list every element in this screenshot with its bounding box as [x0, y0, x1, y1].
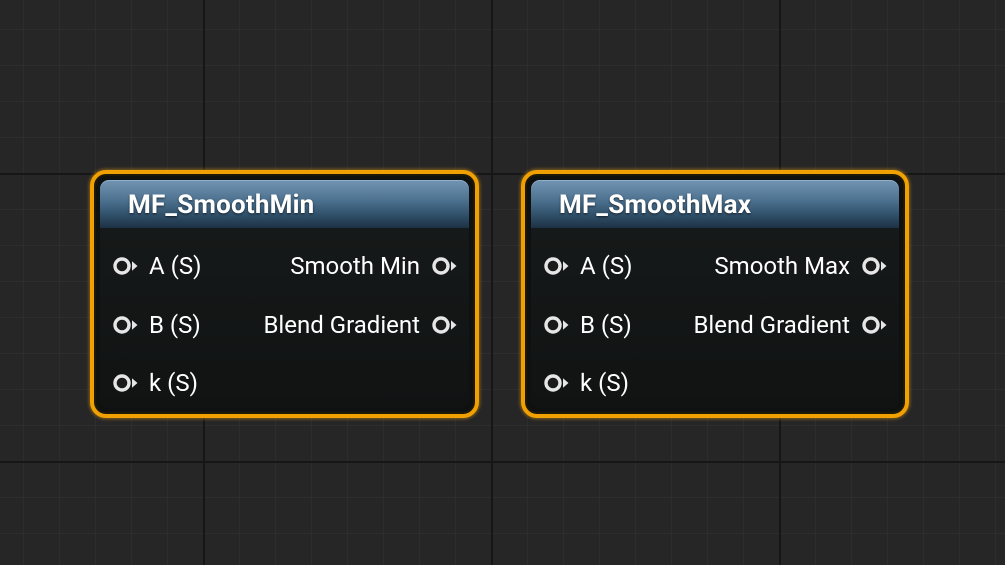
pin-label: Smooth Min	[290, 252, 420, 280]
scalar-pin-icon[interactable]	[111, 257, 139, 275]
scalar-pin-icon[interactable]	[111, 374, 139, 392]
input-pin-k[interactable]: k (S)	[542, 368, 629, 398]
input-pin-b[interactable]: B (S)	[542, 310, 632, 340]
output-pin-blend-gradient[interactable]: Blend Gradient	[693, 310, 888, 340]
scalar-pin-icon[interactable]	[542, 257, 570, 275]
pin-label: A (S)	[580, 252, 633, 280]
node-mf-smoothmin[interactable]: MF_SmoothMin A (S) B (S) k (S) Smooth Mi…	[90, 170, 479, 418]
node-header[interactable]: MF_SmoothMax	[531, 180, 899, 228]
pin-label: k (S)	[149, 369, 198, 397]
scalar-pin-icon[interactable]	[430, 257, 458, 275]
pin-label: k (S)	[580, 369, 629, 397]
pin-label: Blend Gradient	[693, 311, 850, 339]
scalar-pin-icon[interactable]	[430, 316, 458, 334]
output-pin-smooth-min[interactable]: Smooth Min	[290, 251, 458, 281]
pin-label: A (S)	[149, 252, 202, 280]
graph-canvas[interactable]: MF_SmoothMin A (S) B (S) k (S) Smooth Mi…	[0, 0, 1005, 565]
node-title: MF_SmoothMax	[559, 190, 752, 220]
scalar-pin-icon[interactable]	[860, 316, 888, 334]
output-pin-smooth-max[interactable]: Smooth Max	[714, 251, 888, 281]
pin-label: Blend Gradient	[263, 311, 420, 339]
scalar-pin-icon[interactable]	[860, 257, 888, 275]
pin-label: B (S)	[149, 311, 201, 339]
scalar-pin-icon[interactable]	[542, 374, 570, 392]
input-pin-a[interactable]: A (S)	[542, 251, 632, 281]
input-pin-a[interactable]: A (S)	[111, 251, 201, 281]
input-pin-b[interactable]: B (S)	[111, 310, 201, 340]
scalar-pin-icon[interactable]	[542, 316, 570, 334]
output-pin-blend-gradient[interactable]: Blend Gradient	[263, 310, 458, 340]
pin-label: B (S)	[580, 311, 632, 339]
node-header[interactable]: MF_SmoothMin	[100, 180, 469, 228]
input-pin-k[interactable]: k (S)	[111, 368, 198, 398]
node-title: MF_SmoothMin	[128, 190, 315, 220]
node-mf-smoothmax[interactable]: MF_SmoothMax A (S) B (S) k (S) Smooth Ma…	[521, 170, 909, 418]
pin-label: Smooth Max	[714, 252, 850, 280]
scalar-pin-icon[interactable]	[111, 316, 139, 334]
